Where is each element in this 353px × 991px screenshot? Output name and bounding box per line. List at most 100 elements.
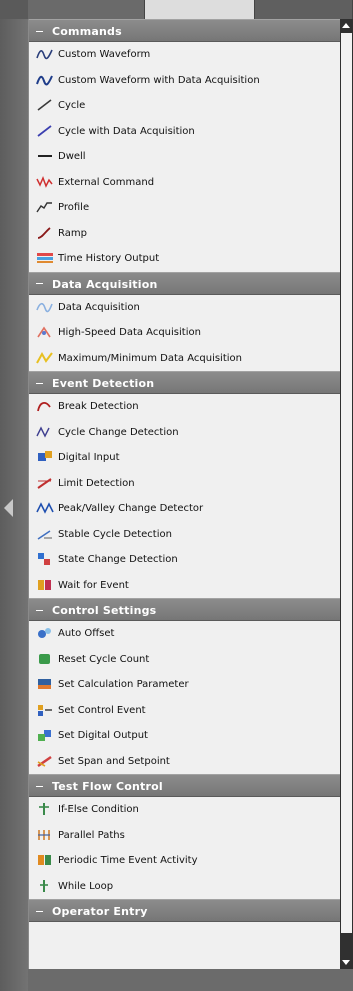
stable-cycle-icon (36, 526, 54, 540)
toolbox-item-label: Stable Cycle Detection (58, 528, 172, 540)
tab-right[interactable] (255, 0, 353, 19)
toolbox-item-label: Wait for Event (58, 579, 129, 591)
section-header[interactable]: Control Settings (29, 598, 341, 621)
toolbox-item-label: High-Speed Data Acquisition (58, 327, 201, 338)
section-header[interactable]: Commands (29, 19, 341, 42)
custom-waveform-daq-icon (36, 72, 54, 86)
scroll-thumb[interactable] (341, 33, 352, 933)
toolbox-item[interactable]: Limit Detection (29, 471, 341, 497)
section-header[interactable]: Data Acquisition (29, 271, 341, 295)
toolbox-item[interactable]: Time History Output (29, 246, 341, 272)
time-history-output-icon (36, 250, 54, 264)
toolbox-item-label: Maximum/Minimum Data Acquisition (58, 352, 242, 364)
toolbox-item[interactable]: Set Calculation Parameter (29, 672, 341, 698)
collapse-minus-icon[interactable] (35, 379, 44, 388)
toolbox-item-label: Parallel Paths (58, 829, 125, 841)
reset-cycle-count-icon (36, 651, 54, 665)
toolbox-item-label: Reset Cycle Count (58, 653, 150, 665)
profile-icon (36, 199, 54, 213)
toolbox-item[interactable]: Data Acquisition (29, 295, 341, 321)
toolbox-item[interactable]: Profile (29, 195, 341, 221)
state-change-icon (36, 551, 54, 565)
toolbox-item-label: Break Detection (58, 401, 139, 412)
break-detection-icon (36, 398, 54, 412)
toolbox-item[interactable]: Dwell (29, 144, 341, 170)
toolbox-item[interactable]: Custom Waveform (29, 42, 341, 68)
toolbox-item[interactable]: Set Span and Setpoint (29, 749, 341, 775)
toolbox-panel: Commands Custom Waveform Custom Waveform w… (28, 19, 341, 969)
toolbox-item[interactable]: While Loop (29, 874, 341, 900)
wait-for-event-icon (36, 577, 54, 591)
toolbox-item[interactable]: Stable Cycle Detection (29, 522, 341, 548)
ramp-icon (36, 225, 54, 239)
high-speed-data-acquisition-icon (36, 324, 54, 338)
toolbox-item-label: Dwell (58, 151, 86, 162)
toolbox-window: Commands Custom Waveform Custom Waveform w… (0, 0, 353, 991)
toolbox-item[interactable]: Set Digital Output (29, 723, 341, 749)
set-calculation-parameter-icon (36, 676, 54, 690)
toolbox-item-label: While Loop (58, 880, 114, 892)
tab-left[interactable] (28, 0, 145, 19)
toolbox-item-label: Ramp (58, 227, 87, 239)
toolbox-item-label: Set Span and Setpoint (58, 755, 170, 767)
section-test-flow-control: Test Flow Control If-Else Condition Parall… (29, 774, 341, 899)
toolbox-item[interactable]: Periodic Time Event Activity (29, 848, 341, 874)
collapse-minus-icon[interactable] (35, 907, 44, 916)
toolbox-item-label: Time History Output (58, 253, 160, 264)
toolbox-item-label: Periodic Time Event Activity (58, 855, 198, 866)
set-control-event-icon (36, 702, 54, 716)
collapse-left-icon[interactable] (4, 499, 13, 517)
scroll-up-icon[interactable] (342, 23, 350, 28)
section-header[interactable]: Event Detection (29, 371, 341, 394)
toolbox-item[interactable]: Wait for Event (29, 573, 341, 599)
scroll-down-icon[interactable] (342, 960, 350, 965)
section-event-detection: Event Detection Break Detection Cycle Chan… (29, 371, 341, 598)
set-span-setpoint-icon (36, 753, 54, 767)
vertical-scrollbar[interactable] (340, 19, 353, 969)
section-data-acquisition: Data Acquisition Data Acquisition High-Spe… (29, 271, 341, 372)
toolbox-item[interactable]: Auto Offset (29, 621, 341, 647)
cycle-daq-icon (36, 123, 54, 137)
toolbox-item[interactable]: State Change Detection (29, 547, 341, 573)
toolbox-item[interactable]: High-Speed Data Acquisition (29, 320, 341, 346)
max-min-data-acquisition-icon (36, 350, 54, 364)
dwell-icon (36, 148, 54, 162)
tab-active[interactable] (145, 0, 255, 19)
collapse-minus-icon[interactable] (35, 279, 44, 288)
if-else-icon (36, 801, 54, 815)
toolbox-item[interactable]: Break Detection (29, 394, 341, 420)
section-title: Data Acquisition (52, 277, 158, 291)
left-collapse-rail (0, 19, 28, 991)
section-header[interactable]: Test Flow Control (29, 774, 341, 797)
section-header[interactable]: Operator Entry (29, 899, 341, 922)
toolbox-item-label: Peak/Valley Change Detector (58, 503, 204, 514)
toolbox-item[interactable]: Peak/Valley Change Detector (29, 496, 341, 522)
peak-valley-icon (36, 500, 54, 514)
collapse-minus-icon[interactable] (35, 782, 44, 791)
toolbox-item[interactable]: Cycle with Data Acquisition (29, 119, 341, 145)
toolbox-item[interactable]: Reset Cycle Count (29, 647, 341, 673)
toolbox-item-label: Cycle with Data Acquisition (58, 125, 195, 137)
toolbox-item[interactable]: Ramp (29, 221, 341, 247)
toolbox-item[interactable]: Cycle Change Detection (29, 420, 341, 446)
limit-detection-icon (36, 475, 54, 489)
toolbox-item-label: Cycle Change Detection (58, 426, 179, 438)
toolbox-item-label: Set Digital Output (58, 730, 148, 741)
toolbox-item-label: If-Else Condition (58, 804, 139, 815)
toolbox-item[interactable]: Cycle (29, 93, 341, 119)
toolbox-item[interactable]: Custom Waveform with Data Acquisition (29, 68, 341, 94)
toolbox-item[interactable]: External Command (29, 170, 341, 196)
toolbox-item-label: Profile (58, 202, 90, 213)
toolbox-item-label: Auto Offset (58, 628, 115, 639)
periodic-time-event-icon (36, 852, 54, 866)
toolbox-item-label: Data Acquisition (58, 301, 140, 313)
section-title: Control Settings (52, 604, 157, 617)
collapse-minus-icon[interactable] (35, 27, 44, 36)
toolbox-item-label: Cycle (58, 100, 86, 111)
toolbox-item[interactable]: If-Else Condition (29, 797, 341, 823)
toolbox-item[interactable]: Maximum/Minimum Data Acquisition (29, 346, 341, 372)
toolbox-item[interactable]: Set Control Event (29, 698, 341, 724)
toolbox-item[interactable]: Digital Input (29, 445, 341, 471)
collapse-minus-icon[interactable] (35, 606, 44, 615)
toolbox-item[interactable]: Parallel Paths (29, 823, 341, 849)
